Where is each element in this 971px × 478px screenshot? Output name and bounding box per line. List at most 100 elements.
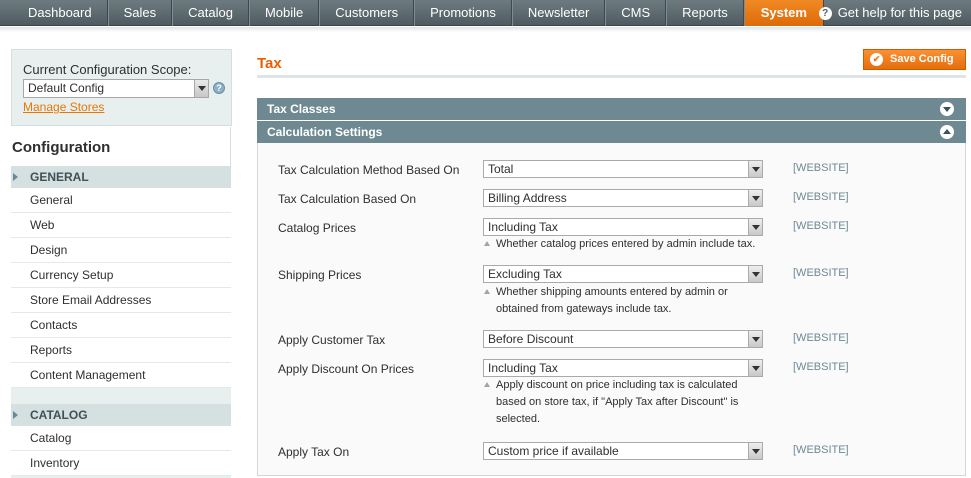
chevron-down-icon [748,443,762,459]
nav-shadow [0,27,971,32]
nav-item-sales[interactable]: Sales [107,0,173,26]
help-icon: ? [818,6,832,20]
nav-item-cms[interactable]: CMS [605,0,667,26]
nav-item-reports[interactable]: Reports [666,0,744,26]
field-label: Tax Calculation Method Based On [278,163,460,177]
scope-tag: [WEBSITE] [793,220,849,232]
sidebar-section-catalog[interactable]: CATALOG [11,404,231,426]
field-label: Shipping Prices [278,268,362,282]
sidebar-section-label: CATALOG [30,408,88,422]
collapse-icon[interactable] [940,125,954,139]
chevron-down-icon [748,266,762,282]
nav-item-catalog[interactable]: Catalog [172,0,249,26]
field-label: Tax Calculation Based On [278,192,417,206]
chevron-down-icon [748,190,762,206]
apply-tax-on-select[interactable]: Custom price if available [483,442,763,460]
note-line: based on store tax, if "Apply Tax after … [496,396,739,408]
sidebar-section-label: GENERAL [30,170,89,184]
sidebar-item-content-management[interactable]: Content Management [11,363,231,388]
scope-select[interactable]: Default Config [23,79,209,98]
nav-item-system[interactable]: System [743,0,824,26]
save-config-button[interactable]: ✔ Save Config [863,49,966,70]
nav-item-promotions[interactable]: Promotions [414,0,512,26]
sidebar-section-general[interactable]: GENERAL [11,166,231,188]
triangle-right-icon [13,411,18,419]
shipping-prices-select[interactable]: Excluding Tax [483,265,763,283]
sidebar-item-design[interactable]: Design [11,238,231,263]
select-value: Before Discount [488,332,574,346]
select-value: Excluding Tax [488,267,562,281]
sidebar-title: Configuration [0,127,231,166]
note-line: obtained from gateways include tax. [496,303,672,315]
scope-tag: [WEBSITE] [793,332,849,344]
scope-tag: [WEBSITE] [793,444,849,456]
scope-switcher: Current Configuration Scope: Default Con… [11,49,232,126]
sidebar-item-currency-setup[interactable]: Currency Setup [11,263,231,288]
note-line: selected. [496,413,541,425]
section-title: Tax Classes [267,102,336,116]
field-label: Apply Tax On [278,445,350,459]
checkmark-icon: ✔ [870,53,883,66]
page-title: Tax [257,55,282,72]
sidebar-item-contacts[interactable]: Contacts [11,313,231,338]
question-icon[interactable]: ? [213,82,225,94]
nav-item-dashboard[interactable]: Dashboard [0,0,108,26]
chevron-down-icon [748,219,762,235]
sidebar-catalog-list: Catalog Inventory [11,426,231,476]
select-value: Billing Address [488,191,567,205]
manage-stores-link[interactable]: Manage Stores [23,100,104,114]
nav-item-mobile[interactable]: Mobile [248,0,320,26]
sidebar-general-list: General Web Design Currency Setup Store … [11,188,231,388]
field-label: Catalog Prices [278,221,357,235]
apply-discount-on-prices-select[interactable]: Including Tax [483,359,763,377]
chevron-down-icon [194,80,208,97]
sidebar-item-inventory[interactable]: Inventory [11,451,231,476]
title-divider [257,75,966,78]
nav-item-newsletter[interactable]: Newsletter [511,0,606,26]
chevron-down-icon [748,331,762,347]
select-value: Custom price if available [488,444,619,458]
select-value: Total [488,162,514,176]
help-label: Get help for this page [837,5,962,20]
field-label: Apply Discount On Prices [278,362,415,376]
nav-item-customers[interactable]: Customers [319,0,415,26]
sidebar-item-general[interactable]: General [11,188,231,213]
section-tax-classes-header[interactable]: Tax Classes [257,98,966,120]
save-config-label: Save Config [890,53,954,65]
expand-icon[interactable] [940,102,954,116]
sidebar-item-catalog[interactable]: Catalog [11,426,231,451]
field-note: Whether shipping amounts entered by admi… [484,284,764,318]
section-calculation-settings-header[interactable]: Calculation Settings [257,121,966,143]
note-line: Whether catalog prices entered by admin … [496,238,756,250]
triangle-up-icon [484,382,490,387]
apply-customer-tax-select[interactable]: Before Discount [483,330,763,348]
field-note: Apply discount on price including tax is… [484,377,764,428]
section-title: Calculation Settings [267,125,383,139]
triangle-up-icon [484,289,490,294]
triangle-up-icon [484,241,490,246]
main-menu: Dashboard Sales Catalog Mobile Customers… [0,0,824,26]
top-navigation: Dashboard Sales Catalog Mobile Customers… [0,0,971,26]
configuration-heading: Configuration [12,139,111,156]
sidebar-item-web[interactable]: Web [11,213,231,238]
scope-tag: [WEBSITE] [793,361,849,373]
tax-calc-based-on-select[interactable]: Billing Address [483,189,763,207]
scope-select-value: Default Config [28,81,105,95]
scope-tag: [WEBSITE] [793,162,849,174]
help-link[interactable]: ? Get help for this page [818,0,962,26]
chevron-down-icon [748,360,762,376]
scope-label: Current Configuration Scope: [23,62,192,77]
field-note: Whether catalog prices entered by admin … [484,236,764,253]
tax-calc-method-select[interactable]: Total [483,160,763,178]
triangle-right-icon [13,173,18,181]
chevron-down-icon [748,161,762,177]
note-line: Apply discount on price including tax is… [496,379,738,391]
sidebar-item-reports[interactable]: Reports [11,338,231,363]
sidebar-item-store-email-addresses[interactable]: Store Email Addresses [11,288,231,313]
field-label: Apply Customer Tax [278,333,386,347]
scope-tag: [WEBSITE] [793,191,849,203]
scope-tag: [WEBSITE] [793,267,849,279]
select-value: Including Tax [488,220,558,234]
select-value: Including Tax [488,361,558,375]
catalog-prices-select[interactable]: Including Tax [483,218,763,236]
